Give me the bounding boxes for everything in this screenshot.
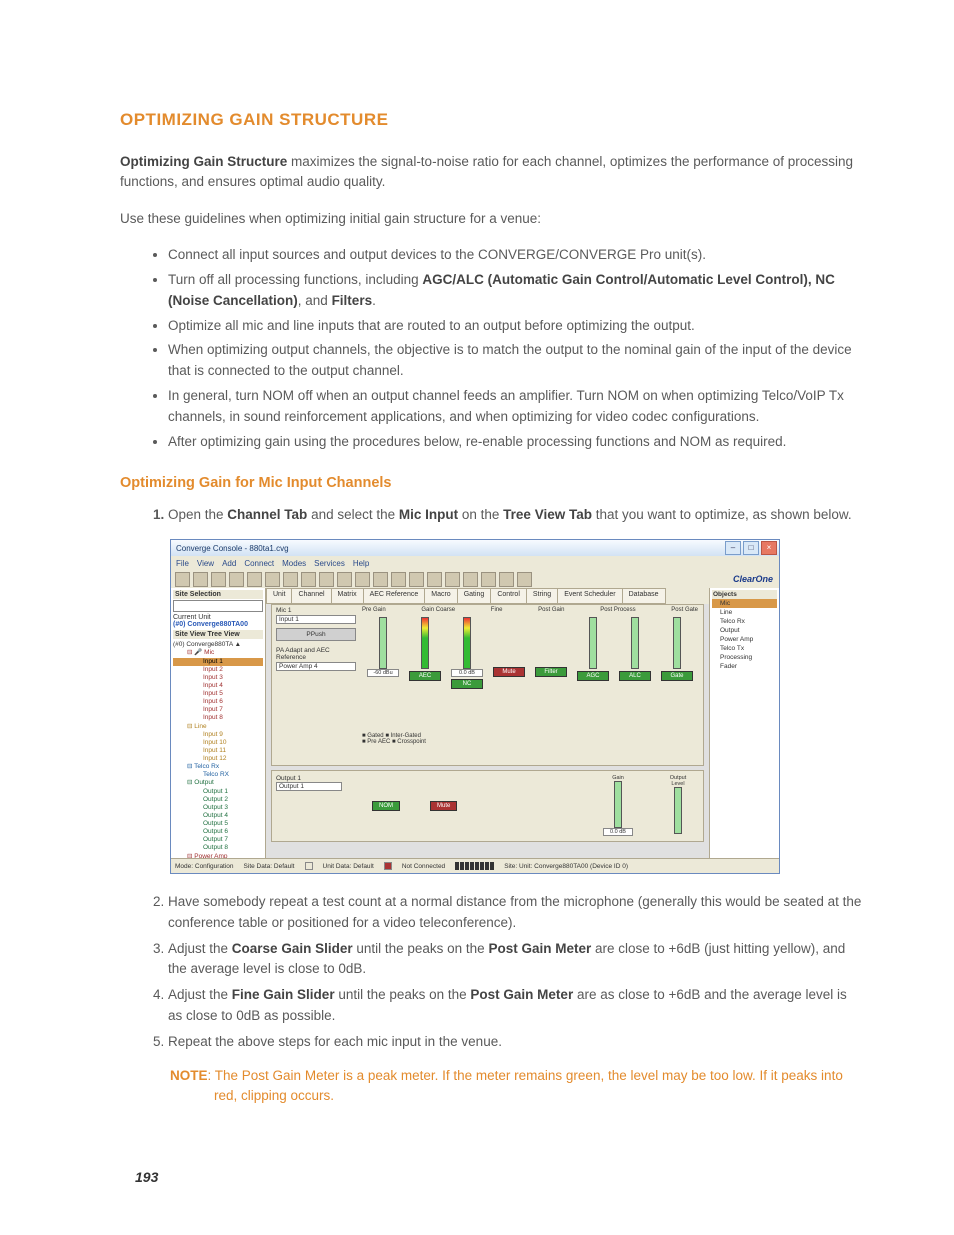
note-block: NOTE: The Post Gain Meter is a peak mete… (170, 1066, 864, 1107)
steps-list-1: Open the Channel Tab and select the Mic … (120, 505, 864, 525)
step-item: Have somebody repeat a test count at a n… (168, 892, 864, 933)
toolbar-icon[interactable] (175, 572, 190, 587)
toolbar-icon[interactable] (319, 572, 334, 587)
brand-logo: ClearOne (733, 574, 773, 584)
toolbar[interactable]: ClearOne (171, 570, 779, 589)
nc-button[interactable]: NC (451, 679, 483, 689)
minimize-icon[interactable]: – (725, 541, 741, 555)
objects-panel[interactable]: Objects Mic Line Telco Rx Output Power A… (709, 588, 779, 859)
toolbar-icon[interactable] (355, 572, 370, 587)
toolbar-icon[interactable] (265, 572, 280, 587)
toolbar-icon[interactable] (481, 572, 496, 587)
nom-button[interactable]: NOM (372, 801, 400, 811)
bullet-item: After optimizing gain using the procedur… (168, 432, 864, 453)
toolbar-icon[interactable] (229, 572, 244, 587)
bullet-item: Connect all input sources and output dev… (168, 245, 864, 266)
channel-panel: UnitChannelMatrixAEC ReferenceMacroGatin… (266, 588, 709, 859)
steps-list-2: Have somebody repeat a test count at a n… (120, 892, 864, 1052)
sub-heading: Optimizing Gain for Mic Input Channels (120, 475, 864, 491)
intro-paragraph: Optimizing Gain Structure maximizes the … (120, 152, 864, 193)
step-item: Repeat the above steps for each mic inpu… (168, 1032, 864, 1052)
toolbar-icon[interactable] (283, 572, 298, 587)
alc-button[interactable]: ALC (619, 671, 651, 681)
bullet-item: When optimizing output channels, the obj… (168, 340, 864, 382)
agc-button[interactable]: AGC (577, 671, 609, 681)
tab-bar[interactable]: UnitChannelMatrixAEC ReferenceMacroGatin… (266, 588, 709, 604)
close-icon[interactable]: × (761, 541, 777, 555)
mute-button[interactable]: Mute (493, 667, 525, 677)
menu-bar[interactable]: FileViewAddConnectModesServicesHelp (171, 556, 779, 570)
status-bar: Mode: Configuration Site Data: Default U… (171, 858, 779, 873)
routing-legend: ■ Gated ■ Inter-Gated ■ Pre AEC ■ Crossp… (362, 733, 426, 745)
toolbar-icon[interactable] (373, 572, 388, 587)
window-title: Converge Console - 880ta1.cvg (176, 544, 289, 553)
ppush-button[interactable]: PPush (276, 628, 356, 641)
step-item: Adjust the Coarse Gain Slider until the … (168, 939, 864, 980)
section-title: OPTIMIZING GAIN STRUCTURE (120, 110, 864, 130)
guidelines-list: Connect all input sources and output dev… (120, 245, 864, 453)
tree-item-selected: Input 1 (173, 658, 263, 666)
gate-button[interactable]: Gate (661, 671, 693, 681)
toolbar-icon[interactable] (337, 572, 352, 587)
mute-button-output[interactable]: Mute (430, 801, 457, 811)
bullet-item: Optimize all mic and line inputs that ar… (168, 316, 864, 337)
tree-view-panel[interactable]: Site Selection Current Unit (#0) Converg… (171, 588, 266, 859)
toolbar-icon[interactable] (211, 572, 226, 587)
aec-button[interactable]: AEC (409, 671, 441, 681)
toolbar-icon[interactable] (391, 572, 406, 587)
toolbar-icon[interactable] (517, 572, 532, 587)
step-item: Adjust the Fine Gain Slider until the pe… (168, 985, 864, 1026)
toolbar-icon[interactable] (445, 572, 460, 587)
guidelines-lead: Use these guidelines when optimizing ini… (120, 209, 864, 229)
toolbar-icon[interactable] (427, 572, 442, 587)
toolbar-icon[interactable] (463, 572, 478, 587)
toolbar-icon[interactable] (247, 572, 262, 587)
toolbar-icon[interactable] (499, 572, 514, 587)
step-item: Open the Channel Tab and select the Mic … (168, 505, 864, 525)
app-screenshot: Converge Console - 880ta1.cvg – □ × File… (170, 539, 780, 874)
toolbar-icon[interactable] (409, 572, 424, 587)
page-number: 193 (135, 1169, 158, 1185)
toolbar-icon[interactable] (301, 572, 316, 587)
bullet-item: Turn off all processing functions, inclu… (168, 270, 864, 312)
filter-button[interactable]: Filter (535, 667, 567, 677)
window-titlebar: Converge Console - 880ta1.cvg – □ × (171, 540, 779, 557)
maximize-icon[interactable]: □ (743, 541, 759, 555)
bullet-item: In general, turn NOM off when an output … (168, 386, 864, 428)
toolbar-icon[interactable] (193, 572, 208, 587)
